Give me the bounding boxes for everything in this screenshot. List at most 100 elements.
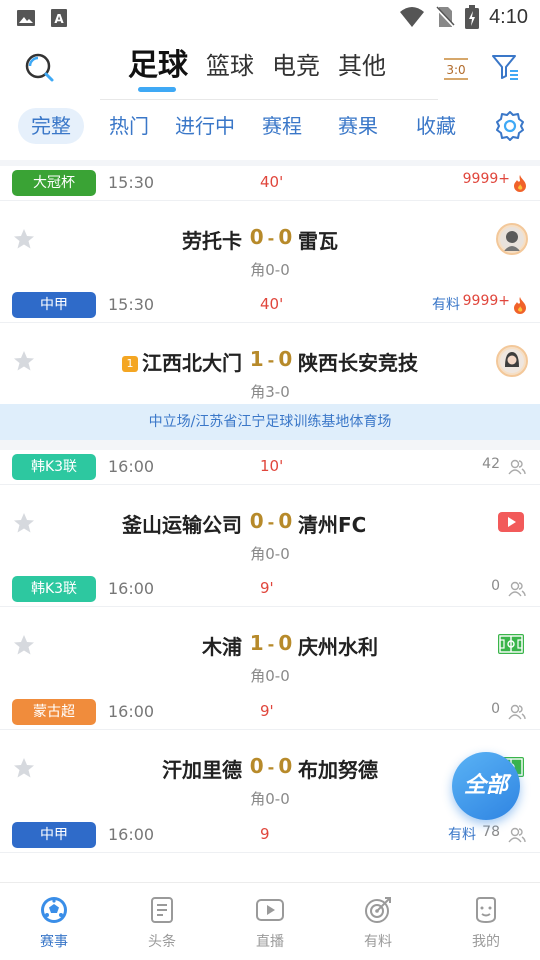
scoreboard-icon: 3:0 — [444, 58, 468, 80]
match-header: 蒙古超 16:00 9' 0 — [0, 695, 540, 729]
gallery-icon — [17, 10, 35, 26]
hot-count: 9999+ — [462, 171, 510, 187]
score: 1-0 — [249, 631, 293, 655]
tab-other[interactable]: 其他 — [338, 46, 386, 86]
match-header: 韩K3联 16:00 9' 0 — [0, 572, 540, 606]
settings-gear-icon[interactable] — [494, 110, 526, 142]
tab-esports[interactable]: 电竞 — [272, 46, 320, 86]
match-minute: 40' — [260, 295, 284, 313]
match-row[interactable] — [0, 852, 540, 880]
info-link[interactable]: 有料 — [448, 824, 476, 844]
anchor-avatar[interactable] — [496, 223, 528, 255]
nav-headlines[interactable]: 头条 — [122, 895, 202, 951]
score: 0-0 — [249, 225, 293, 249]
match-minute: 10' — [260, 457, 284, 475]
match-minute: 9 — [260, 825, 270, 843]
away-team: 陕西长安竞技 — [298, 351, 418, 375]
viewer-count: 42 — [482, 456, 500, 472]
star-icon[interactable] — [12, 633, 36, 657]
star-icon[interactable] — [12, 756, 36, 780]
soccer-ball-icon — [41, 897, 67, 923]
top-nav: 足球 篮球 电竞 其他 3:0 — [0, 42, 540, 94]
battery-icon — [465, 5, 480, 29]
pitch-animation-icon[interactable] — [498, 634, 524, 654]
fire-icon — [514, 175, 526, 192]
fire-icon — [514, 297, 526, 314]
subtab-favorites[interactable]: 收藏 — [404, 108, 468, 144]
league-tag[interactable]: 韩K3联 — [12, 576, 96, 602]
search-icon[interactable] — [22, 50, 56, 84]
corner-count: 角0-0 — [250, 790, 290, 808]
info-link[interactable]: 有料 — [432, 294, 460, 314]
match-minute: 9' — [260, 579, 274, 597]
match-time: 16:00 — [108, 825, 155, 844]
match-time: 15:30 — [108, 173, 155, 192]
viewer-count: 0 — [491, 578, 500, 594]
sub-tabs: 完整 热门 进行中 赛程 赛果 收藏 — [0, 106, 540, 150]
subtab-complete[interactable]: 完整 — [18, 108, 84, 144]
tv-play-icon — [256, 899, 284, 921]
star-icon[interactable] — [12, 511, 36, 535]
no-sim-icon — [435, 6, 455, 28]
league-tag[interactable]: 蒙古超 — [12, 699, 96, 725]
corner-count: 角0-0 — [250, 261, 290, 279]
viewer-count: 78 — [482, 824, 500, 840]
home-team: 1 江西北大门 — [122, 347, 242, 376]
filter-icon[interactable] — [490, 52, 520, 82]
tab-football[interactable]: 足球 — [128, 46, 188, 92]
scoreboard-button[interactable]: 3:0 — [442, 56, 470, 82]
home-team: 釜山运输公司 — [122, 513, 242, 537]
match-time: 16:00 — [108, 457, 155, 476]
home-team: 木浦 — [202, 635, 242, 659]
league-tag[interactable]: 中甲 — [12, 292, 96, 318]
target-icon — [365, 897, 391, 923]
score: 0-0 — [249, 509, 293, 533]
video-play-icon[interactable] — [498, 512, 524, 532]
league-tag[interactable]: 中甲 — [12, 822, 96, 848]
subtab-schedule[interactable]: 赛程 — [250, 108, 314, 144]
avatar-face-icon — [500, 227, 524, 251]
nav-events[interactable]: 赛事 — [14, 895, 94, 951]
text-a-icon: A — [51, 9, 67, 27]
document-icon — [151, 897, 173, 923]
league-tag[interactable]: 韩K3联 — [12, 454, 96, 480]
nav-live[interactable]: 直播 — [230, 895, 310, 951]
match-minute: 40' — [260, 173, 284, 191]
star-icon[interactable] — [12, 349, 36, 373]
users-icon — [508, 581, 526, 597]
viewer-count: 0 — [491, 701, 500, 717]
score: 1-0 — [249, 347, 293, 371]
svg-text:3:0: 3:0 — [446, 63, 465, 77]
users-icon — [508, 459, 526, 475]
match-row[interactable]: 釜山运输公司 0-0 清州FC 角0-0 — [0, 484, 540, 586]
match-header: 中甲 16:00 9 有料 78 — [0, 818, 540, 852]
wifi-icon — [400, 7, 425, 27]
users-icon — [508, 827, 526, 843]
away-team: 清州FC — [298, 513, 367, 537]
nav-insights[interactable]: 有料 — [338, 895, 418, 951]
all-filter-fab[interactable]: 全部 — [452, 752, 520, 820]
subtab-hot[interactable]: 热门 — [96, 108, 162, 144]
league-tag[interactable]: 大冠杯 — [12, 170, 96, 196]
nav-profile[interactable]: 我的 — [446, 895, 526, 951]
subtab-live[interactable]: 进行中 — [170, 108, 240, 144]
rank-badge: 1 — [122, 356, 138, 372]
match-row[interactable]: 木浦 1-0 庆州水利 角0-0 — [0, 606, 540, 708]
bottom-nav: 赛事 头条 直播 有料 我的 — [0, 882, 540, 960]
score: 0-0 — [249, 754, 293, 778]
match-time: 16:00 — [108, 702, 155, 721]
corner-count: 角3-0 — [250, 383, 290, 401]
match-header: 中甲 15:30 40' 有料 9999+ — [0, 288, 540, 322]
match-row[interactable]: 劳托卡 0-0 雷瓦 角0-0 — [0, 200, 540, 302]
tab-basketball[interactable]: 篮球 — [206, 46, 254, 86]
clock: 4:10 — [489, 5, 528, 28]
home-team: 汗加里德 — [162, 758, 242, 782]
corner-count: 角0-0 — [250, 545, 290, 563]
anchor-avatar[interactable] — [496, 345, 528, 377]
match-time: 16:00 — [108, 579, 155, 598]
star-icon[interactable] — [12, 227, 36, 251]
venue-banner: 中立场/江苏省江宁足球训练基地体育场 — [0, 404, 540, 440]
hot-count: 9999+ — [462, 293, 510, 309]
match-minute: 9' — [260, 702, 274, 720]
subtab-results[interactable]: 赛果 — [326, 108, 390, 144]
